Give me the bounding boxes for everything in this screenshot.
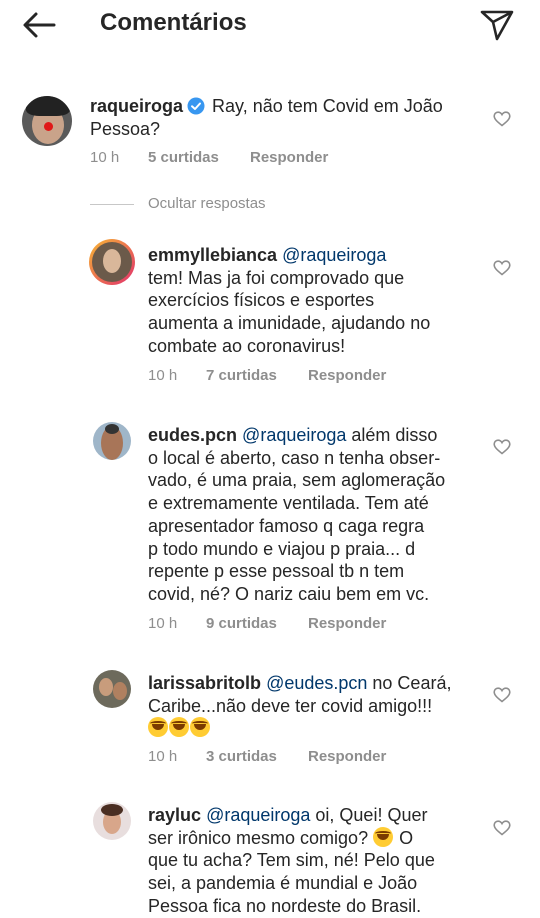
reply-time: 10 h <box>148 748 178 765</box>
comment-username[interactable]: raqueiroga <box>90 96 183 116</box>
reply-line: além disso <box>346 425 438 445</box>
likes-count-link[interactable]: 3 curtidas <box>206 748 308 765</box>
heart-outline-icon[interactable] <box>493 260 511 276</box>
reply-line: combate ao coronavirus! <box>148 335 346 356</box>
comment-time: 10 h <box>90 149 120 166</box>
reply-line: aumenta a imunidade, ajudando no <box>148 313 431 334</box>
avatar[interactable] <box>93 670 131 708</box>
comment-meta: 10 h 5 curtidas Responder <box>90 149 328 166</box>
reply-line: que tu acha? Tem sim, né! Pelo que <box>148 850 435 871</box>
reply-text: eudes.pcn @raqueiroga além disso o local… <box>148 424 488 606</box>
reply-line: O <box>394 827 414 848</box>
reply-line: covid, né? O nariz caiu bem em vc. <box>148 583 430 604</box>
likes-count-link[interactable]: 7 curtidas <box>206 367 308 384</box>
avatar[interactable] <box>22 96 72 146</box>
laughing-emoji-icon <box>169 717 189 738</box>
page-title: Comentários <box>100 9 247 36</box>
reply-time: 10 h <box>148 615 178 632</box>
reply-line: p todo mundo e viajou p praia... d <box>148 538 416 559</box>
reply-text: emmyllebianca @raqueiroga tem! Mas ja fo… <box>148 244 488 358</box>
laughing-emoji-icon <box>148 717 168 738</box>
laughing-emoji-icon <box>190 717 210 738</box>
reply-line: Caribe...não deve ter covid amigo!!! <box>148 695 433 716</box>
top-bar: Comentários <box>0 0 540 52</box>
reply-username[interactable]: rayluc <box>148 805 201 825</box>
avatar[interactable] <box>93 422 131 460</box>
reply-line: vado, é uma praia, sem aglomeração <box>148 470 446 491</box>
reply-username[interactable]: larissabritolb <box>148 673 261 693</box>
avatar[interactable] <box>89 239 135 285</box>
reply-button[interactable]: Responder <box>308 367 386 384</box>
reply-username[interactable]: emmyllebianca <box>148 245 277 265</box>
reply-meta: 10 h 7 curtidas Responder <box>148 367 386 384</box>
mention-link[interactable]: @raqueiroga <box>206 805 310 825</box>
avatar[interactable] <box>93 802 131 840</box>
reply-line: repente p esse pessoal tb n tem <box>148 561 405 582</box>
reply-text: rayluc @raqueiroga oi, Quei! Quer ser ir… <box>148 804 488 918</box>
reply-time: 10 h <box>148 367 178 384</box>
comment-body: Ray, não tem Covid em João <box>207 96 443 116</box>
mention-link[interactable]: @raqueiroga <box>242 425 346 445</box>
heart-outline-icon[interactable] <box>493 820 511 836</box>
verified-badge-icon <box>187 97 205 115</box>
reply-meta: 10 h 9 curtidas Responder <box>148 615 386 632</box>
reply-line: ser irônico mesmo comigo? <box>148 827 369 848</box>
mention-link[interactable]: @raqueiroga <box>282 245 386 265</box>
reply-text: larissabritolb @eudes.pcn no Ceará, Cari… <box>148 672 488 740</box>
reply-line: o local é aberto, caso n tenha obser- <box>148 447 441 468</box>
reply-line: e extremamente ventilada. Tem até <box>148 493 429 514</box>
mention-link[interactable]: @eudes.pcn <box>266 673 367 693</box>
reply-username[interactable]: eudes.pcn <box>148 425 237 445</box>
likes-count-link[interactable]: 5 curtidas <box>148 149 250 166</box>
laughing-emoji-icon <box>373 826 394 847</box>
comment-body-line: Pessoa? <box>90 118 161 139</box>
reply-button[interactable]: Responder <box>250 149 328 166</box>
reply-button[interactable]: Responder <box>308 615 386 632</box>
reply-line: oi, Quei! Quer <box>310 805 428 825</box>
reply-line: tem! Mas ja foi comprovado que <box>148 267 405 288</box>
comment-text: raqueiroga Ray, não tem Covid em João Pe… <box>90 95 490 140</box>
reply-line: apresentador famoso q caga regra <box>148 515 425 536</box>
divider <box>90 204 134 205</box>
reply-line: no Ceará, <box>367 673 452 693</box>
send-paper-plane-icon[interactable] <box>478 7 516 43</box>
likes-count-link[interactable]: 9 curtidas <box>206 615 308 632</box>
back-arrow-icon[interactable] <box>20 8 60 42</box>
reply-line: exercícios físicos e esportes <box>148 290 375 311</box>
reply-line: Pessoa fica no nordeste do Brasil. <box>148 895 422 916</box>
hide-replies-label: Ocultar respostas <box>148 195 266 212</box>
reply-button[interactable]: Responder <box>308 748 386 765</box>
reply-meta: 10 h 3 curtidas Responder <box>148 748 386 765</box>
heart-outline-icon[interactable] <box>493 687 511 703</box>
heart-outline-icon[interactable] <box>493 111 511 127</box>
heart-outline-icon[interactable] <box>493 439 511 455</box>
reply-line: sei, a pandemia é mundial e João <box>148 873 418 894</box>
